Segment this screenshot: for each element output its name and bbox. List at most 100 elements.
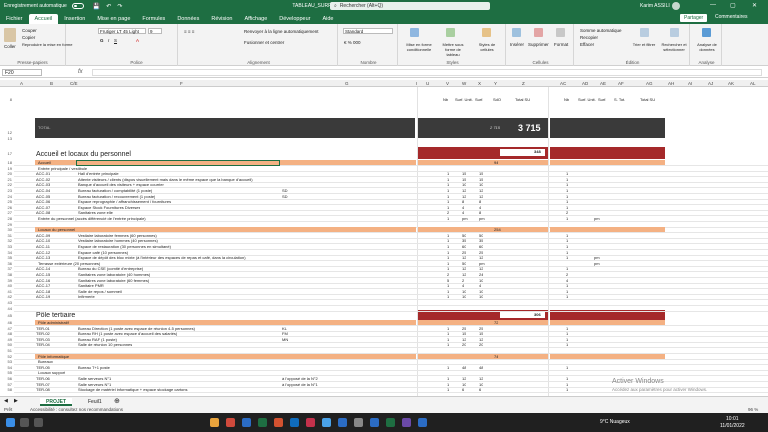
row-number[interactable]: 26 — [0, 205, 14, 210]
row-number[interactable]: 31 — [0, 233, 14, 238]
insert-button[interactable]: Insérer — [510, 42, 524, 47]
share-button[interactable]: Partager — [680, 14, 708, 22]
cond-format-button[interactable]: Mise en forme conditionnelle — [402, 42, 436, 52]
merge-button[interactable]: Fusionner et centrer — [244, 40, 284, 45]
row-number[interactable]: 22 — [0, 182, 14, 187]
col-ag[interactable]: AG — [646, 81, 653, 86]
delete-icon[interactable] — [534, 28, 543, 37]
fx-icon[interactable]: fx — [78, 69, 83, 75]
italic-icon[interactable]: I — [108, 38, 109, 43]
row-number[interactable]: 21 — [0, 177, 14, 182]
underline-icon[interactable]: S — [114, 38, 117, 43]
clock-time[interactable]: 10:01 — [726, 416, 739, 422]
save-icon[interactable]: 💾 — [93, 3, 100, 10]
name-box[interactable]: F20 — [2, 69, 42, 76]
currency-icon[interactable]: € % 000 — [344, 40, 361, 45]
sheet-tab-feuil1[interactable]: Feuil1 — [82, 398, 108, 406]
row-number[interactable]: 27 — [0, 210, 14, 215]
tab-formules[interactable]: Formules — [136, 14, 171, 24]
sheet-tab-projet[interactable]: PROJET — [40, 398, 73, 406]
format-button[interactable]: Format — [554, 42, 568, 47]
delete-button[interactable]: Supprimer — [528, 42, 549, 47]
row-number[interactable]: 52 — [0, 354, 14, 359]
tab-fichier[interactable]: Fichier — [0, 14, 29, 24]
font-name-select[interactable]: Frutiger LT 45 Light — [98, 28, 146, 34]
col-ai[interactable]: AI — [688, 81, 692, 86]
paste-button[interactable]: Coller — [4, 44, 16, 49]
col-ae[interactable]: AE — [600, 81, 606, 86]
find-icon[interactable] — [670, 28, 679, 37]
table-format-icon[interactable] — [446, 28, 455, 37]
tab-mise-en-page[interactable]: Mise en page — [91, 14, 136, 24]
edge-icon[interactable] — [322, 418, 331, 427]
redo-icon[interactable]: ↷ — [117, 3, 122, 10]
start-icon[interactable] — [6, 418, 15, 427]
tab-developpeur[interactable]: Développeur — [273, 14, 316, 24]
row-number[interactable]: 41 — [0, 289, 14, 294]
row-number[interactable]: 24 — [0, 194, 14, 199]
number-format-select[interactable]: Standard — [343, 28, 393, 34]
row-number[interactable]: 33 — [0, 244, 14, 249]
tab-accueil[interactable]: Accueil — [28, 14, 59, 24]
col-v[interactable]: V — [446, 81, 449, 86]
outlook-icon[interactable] — [290, 418, 299, 427]
row-number[interactable]: 56 — [0, 376, 14, 381]
excel-icon[interactable] — [258, 418, 267, 427]
bold-icon[interactable]: G — [100, 38, 104, 43]
find-button[interactable]: Rechercher et sélectionner — [658, 42, 690, 52]
tab-aide[interactable]: Aide — [316, 14, 339, 24]
col-ac[interactable]: AC — [560, 81, 566, 86]
copy-button[interactable]: Copier — [22, 35, 35, 40]
clear-button[interactable]: Effacer — [580, 42, 594, 47]
app4-icon[interactable] — [370, 418, 379, 427]
row-number[interactable]: 28 — [0, 216, 14, 221]
col-c[interactable]: C/E — [70, 81, 78, 86]
col-ah[interactable]: AH — [668, 81, 674, 86]
font-size-select[interactable]: 9 — [148, 28, 162, 34]
row-number[interactable]: 35 — [0, 255, 14, 260]
row-number[interactable]: 46 — [0, 320, 14, 325]
table-format-button[interactable]: Mettre sous forme de tableau — [438, 42, 468, 57]
prev-sheet-icon[interactable]: ◀ — [4, 398, 8, 404]
row-number[interactable]: 48 — [0, 331, 14, 336]
row-number[interactable]: 40 — [0, 283, 14, 288]
tab-insertion[interactable]: Insertion — [58, 14, 91, 24]
row-number[interactable]: 38 — [0, 272, 14, 277]
col-u[interactable]: U — [426, 81, 429, 86]
row-number[interactable]: 39 — [0, 278, 14, 283]
explorer-icon[interactable] — [210, 418, 219, 427]
tab-revision[interactable]: Révision — [205, 14, 238, 24]
selected-cell[interactable] — [76, 160, 280, 166]
undo-icon[interactable]: ↶ — [106, 3, 111, 10]
opera-icon[interactable] — [306, 418, 315, 427]
wrap-button[interactable]: Renvoyer à la ligne automatiquement — [244, 29, 319, 34]
cell-styles-button[interactable]: Styles de cellules — [472, 42, 502, 52]
add-sheet-icon[interactable]: ⊕ — [114, 397, 120, 405]
row-number[interactable]: 18 — [0, 160, 14, 165]
maximize-button[interactable]: ▢ — [730, 2, 736, 9]
weather[interactable]: 9°C Nuageux — [600, 419, 630, 425]
app-icon[interactable] — [226, 418, 235, 427]
row-number[interactable]: 32 — [0, 238, 14, 243]
paste-icon[interactable] — [4, 28, 16, 42]
col-i[interactable]: I — [416, 81, 417, 86]
avatar[interactable] — [672, 2, 680, 10]
row-number[interactable]: 37 — [0, 266, 14, 271]
app3-icon[interactable] — [354, 418, 363, 427]
row-number[interactable]: 54 — [0, 365, 14, 370]
app2-icon[interactable] — [338, 418, 347, 427]
zoom-level[interactable]: 96 % — [748, 407, 758, 412]
row-number[interactable]: 57 — [0, 382, 14, 387]
analyze-button[interactable]: Analyse de données — [693, 42, 721, 52]
accessibility-status[interactable]: Accessibilité : consultez nos recommanda… — [30, 407, 123, 412]
autosave-toggle[interactable] — [71, 3, 84, 9]
insert-icon[interactable] — [512, 28, 521, 37]
next-sheet-icon[interactable]: ▶ — [14, 398, 18, 404]
row-number[interactable]: 58 — [0, 387, 14, 392]
col-ak[interactable]: AK — [728, 81, 734, 86]
row-number[interactable]: 30 — [0, 227, 14, 232]
col-ad[interactable]: AD — [582, 81, 588, 86]
align-icon[interactable]: ≡ ≡ ≡ — [184, 29, 194, 34]
col-g[interactable]: G — [345, 81, 349, 86]
col-a[interactable]: A — [20, 81, 23, 86]
